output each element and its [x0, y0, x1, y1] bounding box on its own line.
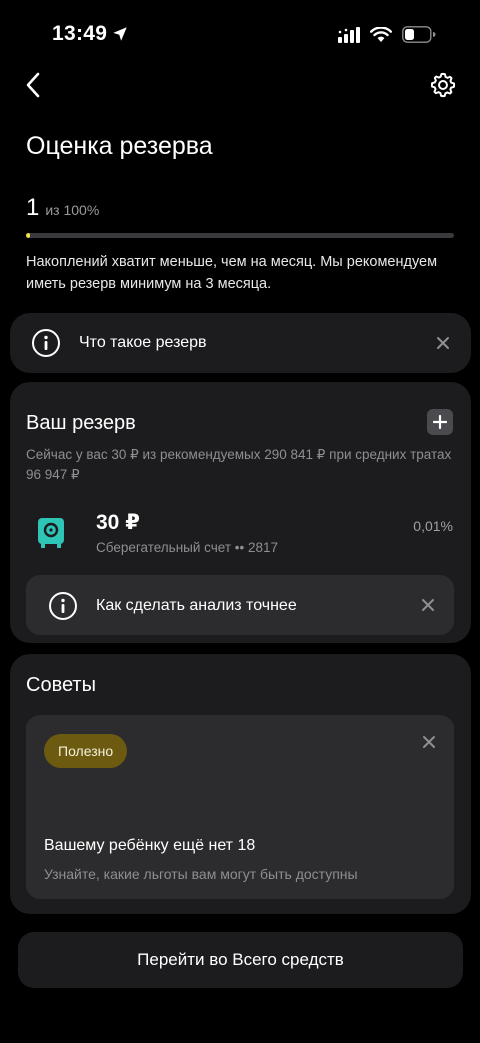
- reserve-title: Ваш резерв: [26, 412, 136, 434]
- accuracy-hint-banner[interactable]: Как сделать анализ точнее: [26, 575, 454, 635]
- tip-item[interactable]: Полезно Вашему ребёнку ещё нет 18 Узнайт…: [26, 715, 454, 899]
- score-total: из 100%: [45, 202, 100, 218]
- tips-card: Советы Полезно Вашему ребёнку ещё нет 18…: [10, 654, 471, 914]
- page-title: Оценка резерва: [26, 132, 213, 160]
- close-icon: [422, 599, 434, 611]
- safe-icon: [38, 518, 64, 548]
- accuracy-hint-label: Как сделать анализ точнее: [96, 597, 297, 614]
- back-button[interactable]: [18, 68, 48, 102]
- reserve-description: Сейчас у вас 30 ₽ из рекомендуемых 290 8…: [26, 447, 452, 482]
- info-icon: [32, 329, 60, 357]
- tip-description: Узнайте, какие льготы вам могут быть дос…: [44, 866, 358, 882]
- add-reserve-button[interactable]: [427, 409, 453, 435]
- gear-icon: [430, 72, 456, 98]
- chevron-left-icon: [26, 72, 40, 98]
- settings-button[interactable]: [426, 68, 460, 102]
- reserve-score: 1 из 100%: [26, 194, 99, 222]
- clock-label: 13:49: [52, 22, 108, 45]
- tips-title: Советы: [26, 674, 96, 696]
- location-arrow-icon: [113, 27, 127, 41]
- account-percent: 0,01%: [413, 518, 453, 534]
- close-banner-button[interactable]: [433, 333, 453, 353]
- close-icon: [437, 337, 449, 349]
- cta-label: Перейти во Всего средств: [137, 950, 344, 969]
- go-to-all-funds-button[interactable]: Перейти во Всего средств: [18, 932, 463, 988]
- score-value: 1: [26, 194, 40, 221]
- status-bar: 13:49: [0, 0, 480, 70]
- what-is-reserve-label: Что такое резерв: [79, 334, 207, 351]
- account-name: Сберегательный счет •• 2817: [96, 540, 279, 555]
- your-reserve-card: Ваш резерв Сейчас у вас 30 ₽ из рекоменд…: [10, 382, 471, 643]
- account-amount: 30 ₽: [96, 511, 140, 534]
- close-hint-button[interactable]: [418, 595, 438, 615]
- close-tip-button[interactable]: [419, 732, 439, 752]
- close-icon: [423, 736, 435, 748]
- wifi-icon: [370, 26, 392, 42]
- reserve-note: Накоплений хватит меньше, чем на месяц. …: [26, 254, 438, 292]
- navigation-bar: [0, 62, 480, 108]
- what-is-reserve-banner[interactable]: Что такое резерв: [10, 313, 471, 373]
- status-time: 13:49: [52, 22, 129, 46]
- info-icon: [49, 592, 77, 620]
- score-progress-fill: [26, 233, 31, 238]
- status-icons: [338, 26, 436, 43]
- signal-icon: [338, 26, 360, 43]
- tip-badge: Полезно: [44, 734, 128, 768]
- tip-title: Вашему ребёнку ещё нет 18: [44, 837, 256, 854]
- plus-icon: [433, 415, 447, 429]
- score-progress-bar: [26, 233, 454, 238]
- battery-icon: [402, 26, 436, 43]
